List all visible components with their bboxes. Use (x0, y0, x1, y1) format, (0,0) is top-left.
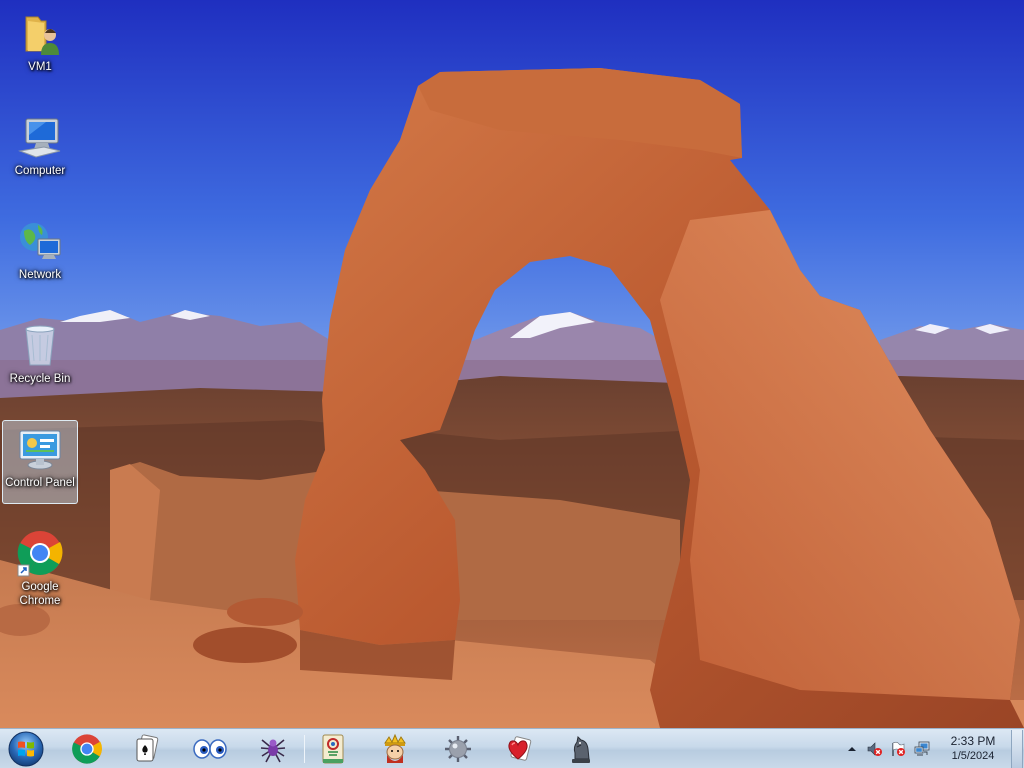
action-center-flag-icon (892, 741, 905, 756)
mahjong-icon (322, 734, 344, 764)
computer-icon (18, 118, 61, 158)
desktop-icon-computer[interactable]: Computer (2, 108, 78, 192)
taskbar-separator (304, 735, 305, 763)
chrome-icon (72, 734, 102, 764)
tray-volume-button[interactable] (866, 741, 882, 757)
taskbar-pinned-chrome[interactable] (62, 731, 112, 767)
chess-knight-icon (572, 735, 590, 763)
taskbar-clock[interactable]: 2:33 PM 1/5/2024 (930, 733, 1016, 765)
freecell-king-icon (384, 733, 406, 763)
desktop-icon-control-panel[interactable]: Control Panel (2, 420, 78, 504)
recycle-bin-icon (25, 325, 55, 366)
network-disconnected-icon (914, 741, 930, 756)
taskbar-pinned-hearts[interactable] (494, 731, 544, 767)
chrome-icon (17, 531, 63, 577)
delicate-arch-image (0, 0, 1024, 728)
desktop-icon-network[interactable]: Network (2, 212, 78, 296)
mine-icon (445, 736, 471, 762)
desktop-icon-google-chrome[interactable]: Google Chrome (2, 524, 78, 614)
hearts-icon (508, 736, 532, 761)
desktop-icon-vm1[interactable]: VM1 (2, 4, 78, 88)
start-button[interactable] (4, 730, 48, 768)
clock-time: 2:33 PM (950, 734, 996, 748)
solitaire-icon (136, 734, 159, 762)
desktop-icon-label: VM1 (28, 61, 52, 73)
show-hidden-icons-arrow (848, 747, 856, 751)
show-desktop-button[interactable] (1011, 730, 1023, 768)
show-hidden-icons-button[interactable] (844, 741, 860, 757)
clock-date: 1/5/2024 (951, 750, 995, 762)
taskbar-pinned-spider-solitaire[interactable] (248, 731, 298, 767)
control-panel-icon (19, 430, 61, 470)
user-folder-icon (25, 16, 59, 55)
spider-icon (260, 739, 286, 763)
purble-eyes-icon (193, 739, 227, 759)
desktop-icon-label: Network (18, 269, 62, 281)
desktop-icon-label: Control Panel (5, 477, 75, 489)
desktop-icon-label: Recycle Bin (9, 373, 71, 385)
desktop-icon-label: Google Chrome (19, 581, 61, 607)
taskbar-pinned-minesweeper[interactable] (433, 731, 483, 767)
taskbar-pinned-mahjong[interactable] (308, 731, 358, 767)
desktop-icon-recycle-bin[interactable]: Recycle Bin (2, 316, 78, 400)
taskbar-pinned-chess[interactable] (556, 731, 606, 767)
desktop-wallpaper[interactable] (0, 0, 1024, 728)
volume-muted-icon (867, 742, 882, 756)
tray-action-center-button[interactable] (890, 741, 906, 757)
windows-start-icon (8, 731, 44, 767)
taskbar-pinned-freecell[interactable] (370, 731, 420, 767)
tray-network-button[interactable] (914, 741, 930, 757)
taskbar-pinned-solitaire[interactable] (122, 731, 172, 767)
taskbar-pinned-purble-place[interactable] (185, 731, 235, 767)
taskbar[interactable]: 2:33 PM 1/5/2024 (0, 728, 1024, 768)
network-icon (20, 223, 61, 259)
desktop-icon-label: Computer (14, 165, 66, 177)
